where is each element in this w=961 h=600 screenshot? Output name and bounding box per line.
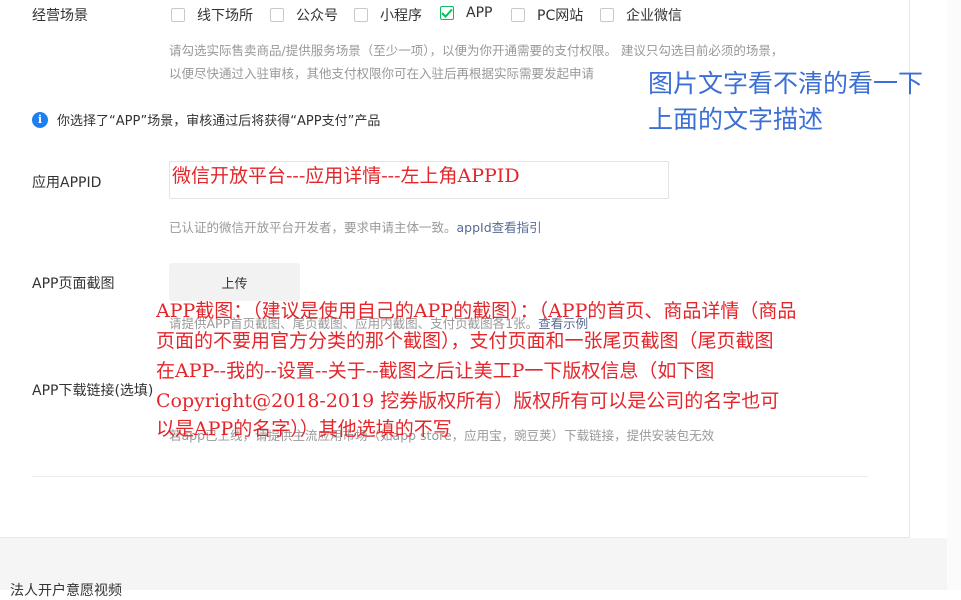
section-divider xyxy=(32,476,868,477)
checkbox-official-account[interactable]: 公众号 xyxy=(270,5,338,25)
info-icon: i xyxy=(32,111,48,128)
checkbox-box[interactable] xyxy=(600,8,614,22)
scenes-help-line1: 请勾选实际售卖商品/提供服务场景（至少一项），以便为你开通需要的支付权限。 建议… xyxy=(169,43,784,58)
notice-text: 你选择了“APP”场景，审核通过后将获得“APP支付”产品 xyxy=(57,114,381,129)
checkbox-wecom[interactable]: 企业微信 xyxy=(600,5,682,25)
checkbox-label: PC网站 xyxy=(537,8,584,24)
checkbox-box-checked[interactable] xyxy=(440,6,454,20)
appid-label: 应用APPID xyxy=(32,175,102,191)
checkbox-app[interactable]: APP xyxy=(440,5,492,21)
scrollbar[interactable] xyxy=(947,0,961,590)
red-annotation-line2: 页面的不要用官方分类的那个截图），支付页面和一张尾页截图（尾页截图 xyxy=(156,330,774,352)
appid-help-text: 已认证的微信开放平台开发者，要求申请主体一致。 xyxy=(169,220,457,235)
bottom-section-title: 法人开户意愿视频 xyxy=(10,583,122,599)
checkbox-box[interactable] xyxy=(270,8,284,22)
red-annotation-line3: 在APP--我的--设置--关于--截图之后让美工P一下版权信息（如下图 xyxy=(156,360,715,382)
scene-notice: i 你选择了“APP”场景，审核通过后将获得“APP支付”产品 xyxy=(32,110,380,129)
checkbox-offline[interactable]: 线下场所 xyxy=(171,5,253,25)
page-background xyxy=(0,538,961,590)
appid-help: 已认证的微信开放平台开发者，要求申请主体一致。appId查看指引 xyxy=(169,217,542,239)
checkbox-label: APP xyxy=(466,5,493,21)
blue-annotation-line1: 图片文字看不清的看一下 xyxy=(648,69,924,98)
checkbox-label: 小程序 xyxy=(380,8,422,24)
checkbox-label: 线下场所 xyxy=(197,8,253,24)
scenes-label: 经营场景 xyxy=(32,8,88,24)
screenshot-label: APP页面截图 xyxy=(32,276,115,292)
checkbox-label: 公众号 xyxy=(296,8,338,24)
checkbox-box[interactable] xyxy=(511,8,525,22)
check-icon xyxy=(441,8,453,18)
download-label: APP下载链接(选填) xyxy=(32,383,154,399)
checkbox-pc-website[interactable]: PC网站 xyxy=(511,5,583,25)
checkbox-box[interactable] xyxy=(171,8,185,22)
appid-guide-link[interactable]: appId查看指引 xyxy=(457,220,542,235)
checkbox-mini-program[interactable]: 小程序 xyxy=(354,5,422,25)
red-annotation-appid: 微信开放平台---应用详情---左上角APPID xyxy=(172,165,520,187)
scenes-help-line2: 以便尽快通过入驻审核，其他支付权限你可在入驻后再根据实际需要发起申请 xyxy=(169,66,595,81)
checkbox-label: 企业微信 xyxy=(626,8,682,24)
red-annotation-line4: Copyright@2018-2019 挖券版权所有）版权所有可以是公司的名字也… xyxy=(156,390,780,412)
checkbox-box[interactable] xyxy=(354,8,368,22)
blue-annotation-line2: 上面的文字描述 xyxy=(648,105,824,134)
red-annotation-line5: 以是APP的名字））其他选填的不写 xyxy=(156,418,452,440)
red-annotation-line1: APP截图：（建议是使用自己的APP的截图）：（APP的首页、商品详情（商品 xyxy=(156,300,797,322)
